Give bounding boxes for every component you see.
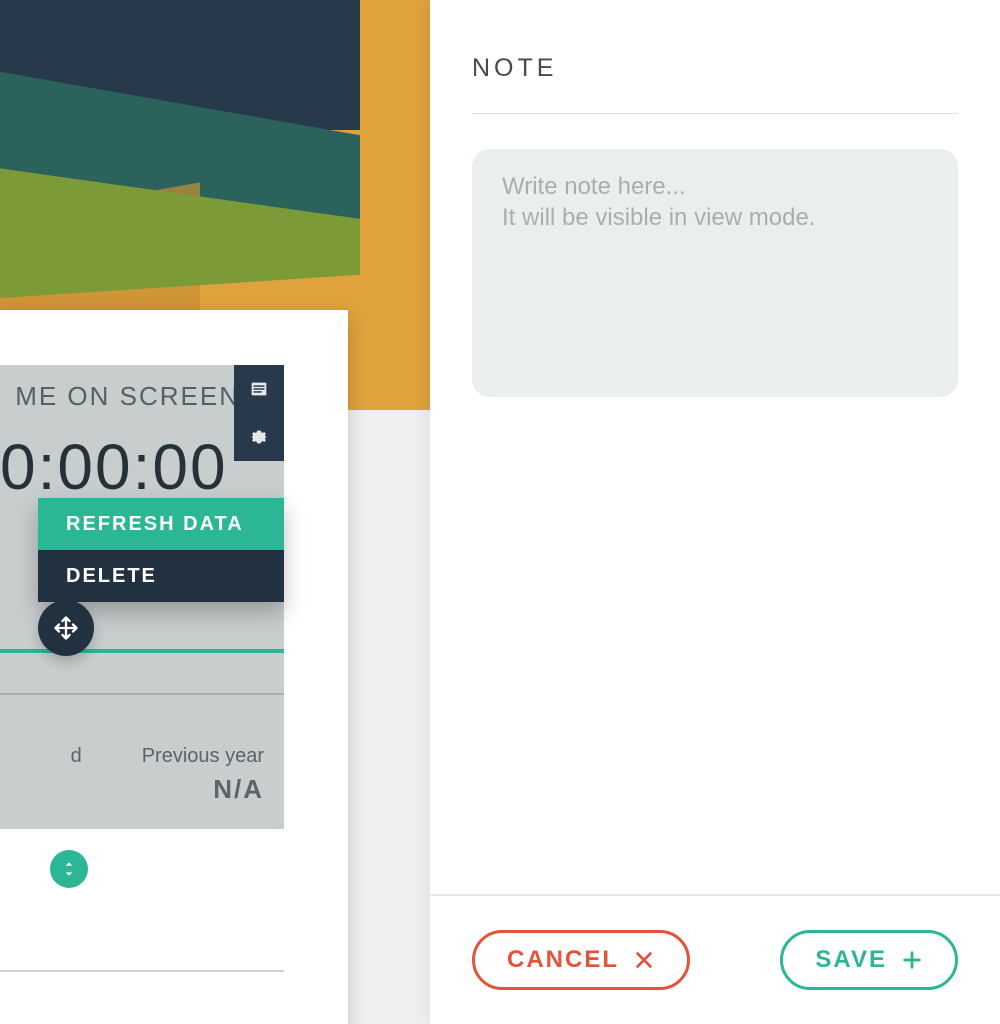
save-button[interactable]: SAVE	[780, 930, 958, 990]
save-button-label: SAVE	[815, 946, 887, 974]
cancel-button[interactable]: CANCEL	[472, 930, 690, 990]
widget-divider-accent	[0, 649, 284, 653]
notes-icon[interactable]	[234, 365, 284, 413]
menu-refresh-data[interactable]: REFRESH DATA	[38, 498, 284, 550]
cancel-button-label: CANCEL	[507, 946, 619, 974]
widget-context-menu: REFRESH DATA DELETE	[38, 498, 284, 602]
widget-actions	[234, 365, 284, 461]
note-footer: CANCEL SAVE	[430, 894, 1000, 1024]
card-divider	[0, 970, 284, 972]
widget-title: ME ON SCREEN	[0, 381, 240, 412]
note-divider	[472, 113, 958, 114]
dashboard-background: ME ON SCREEN 0:00:00 d	[0, 0, 430, 1024]
note-panel: NOTE CANCEL SAVE	[430, 0, 1000, 1024]
move-icon[interactable]	[38, 600, 94, 656]
note-heading: NOTE	[472, 54, 958, 83]
menu-delete[interactable]: DELETE	[38, 550, 284, 602]
dashboard-card: ME ON SCREEN 0:00:00 d	[0, 310, 348, 1024]
stat-previous-year-value: N/A	[142, 774, 264, 805]
stat-left-label: d	[71, 745, 82, 768]
widget-divider	[0, 693, 284, 695]
plus-icon	[901, 949, 923, 971]
resize-icon[interactable]	[50, 850, 88, 888]
gear-icon[interactable]	[234, 413, 284, 461]
stat-previous-year-label: Previous year	[142, 745, 264, 768]
close-icon	[633, 949, 655, 971]
note-textarea[interactable]	[472, 149, 958, 397]
